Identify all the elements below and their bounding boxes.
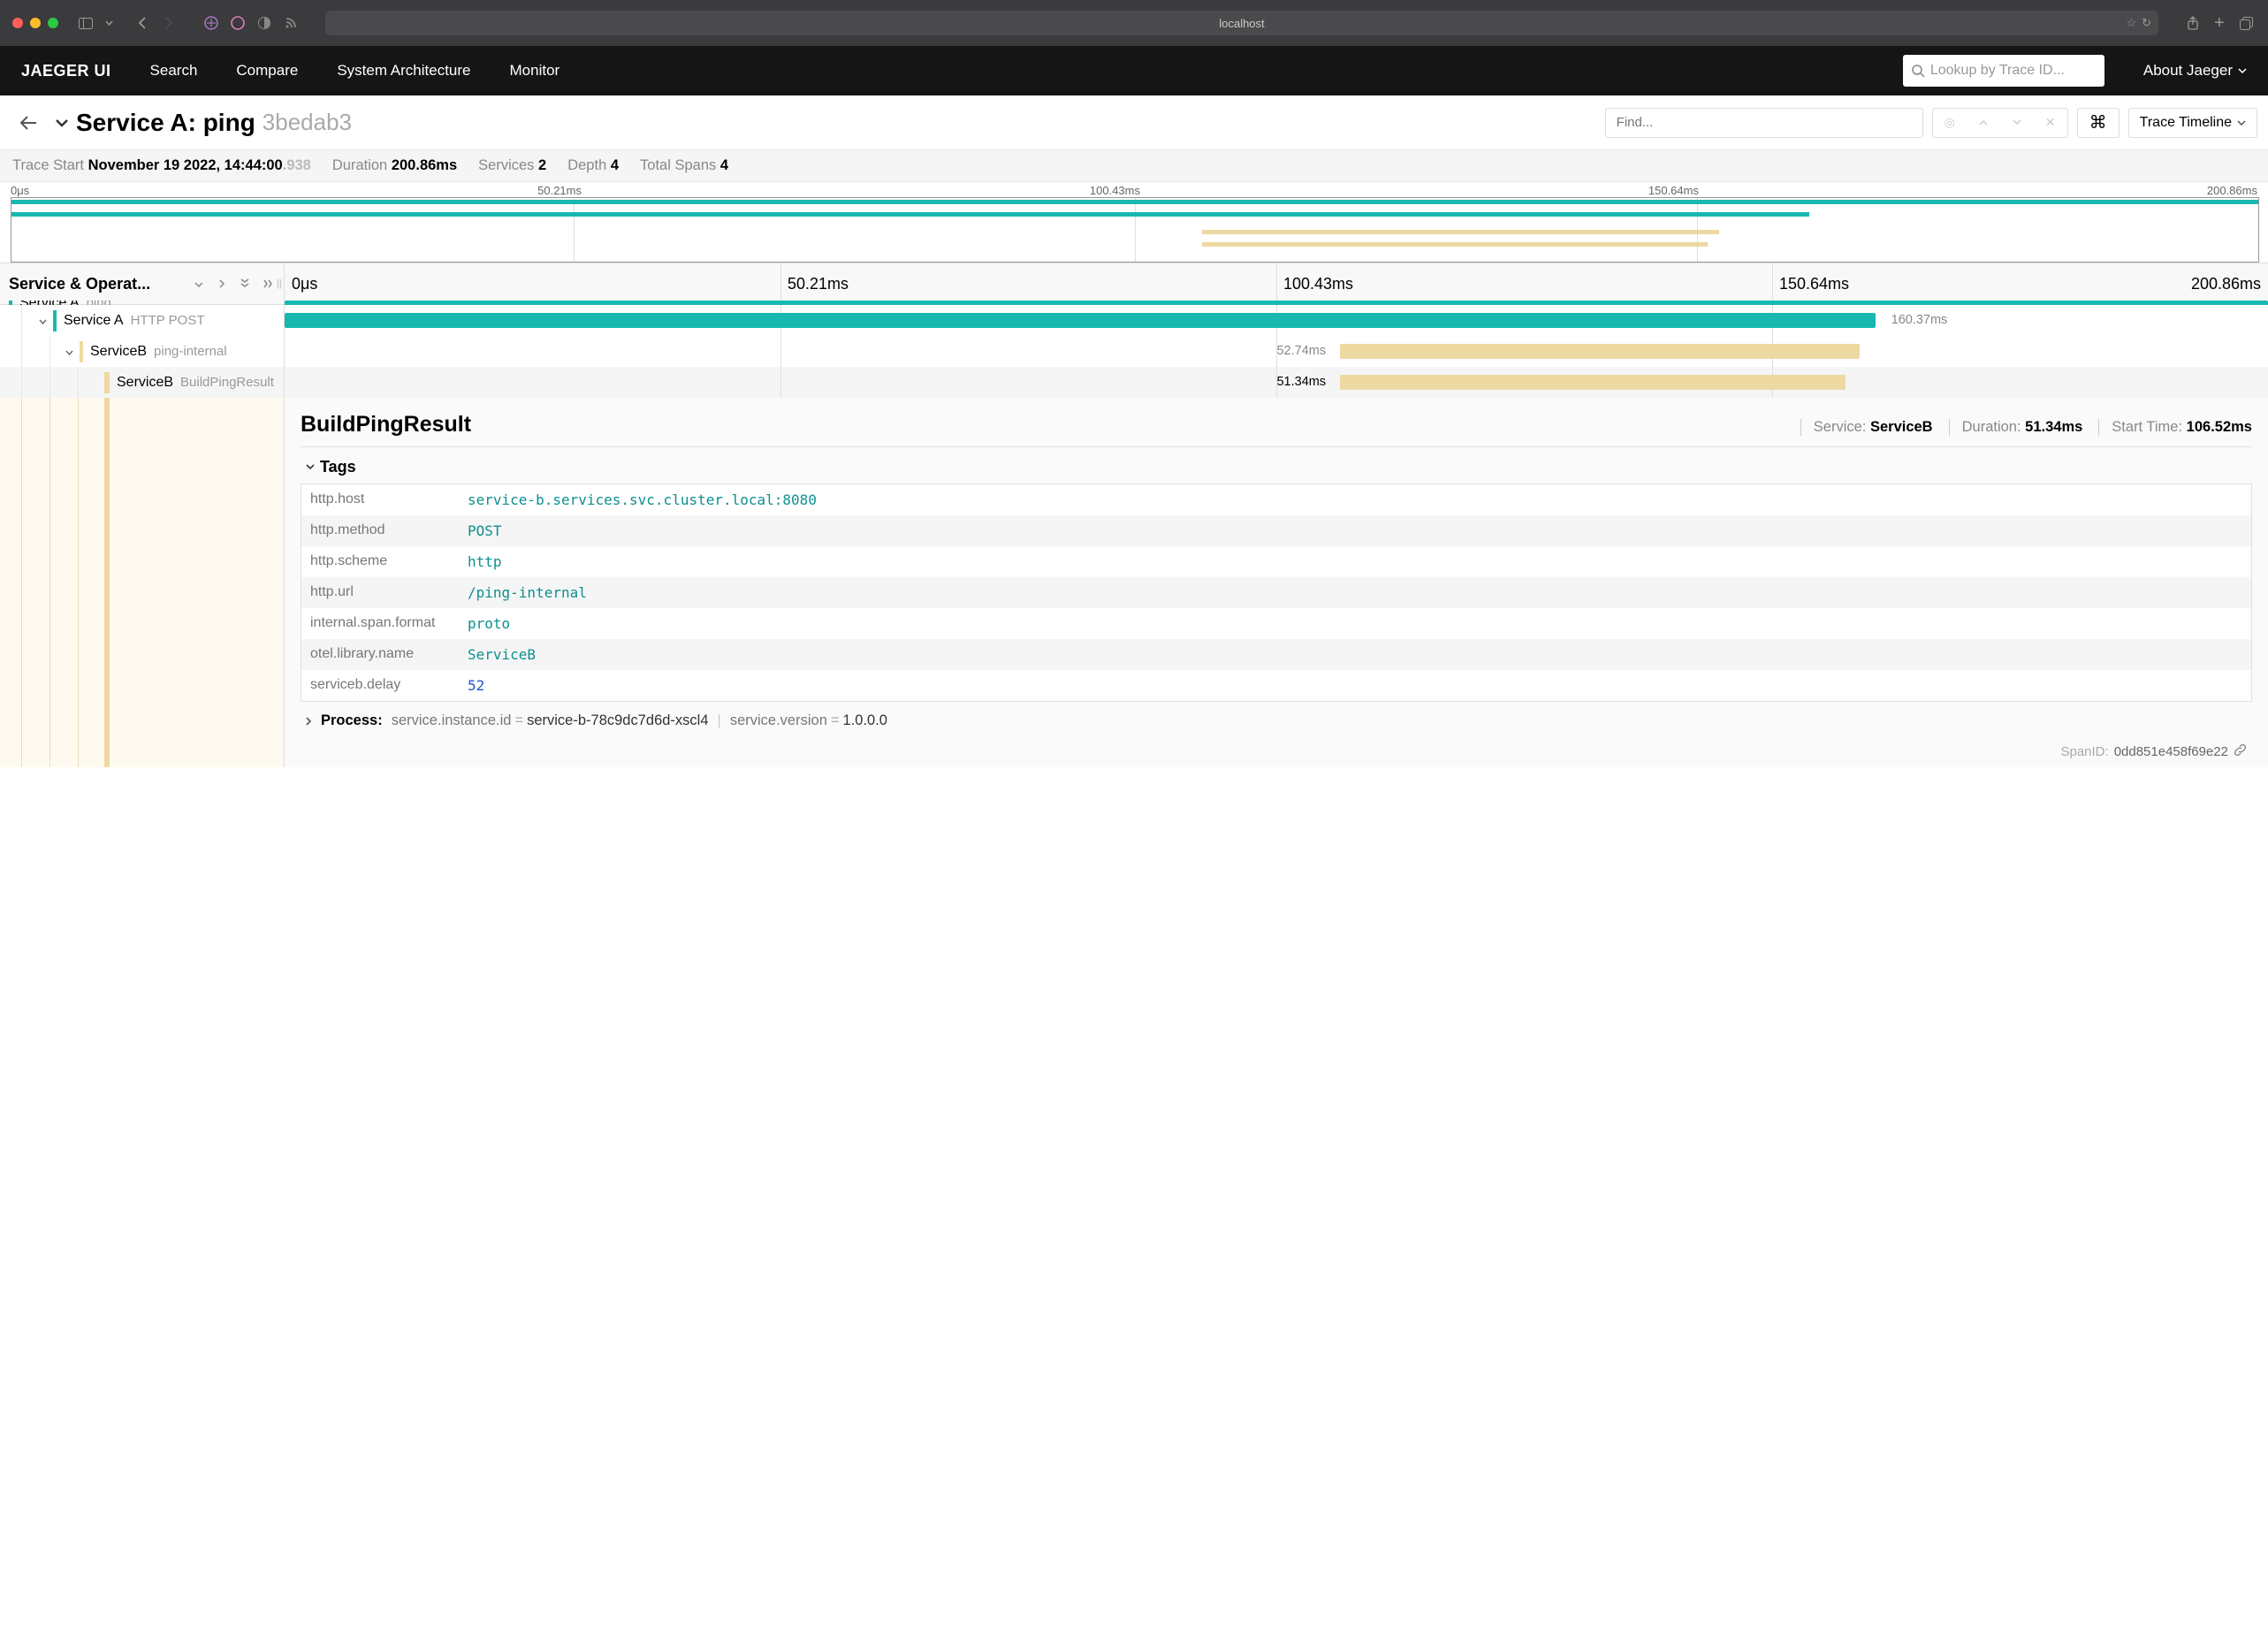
tabs-icon[interactable]	[2236, 13, 2256, 33]
url-text: localhost	[1219, 17, 1264, 30]
jaeger-nav: JAEGER UI Search Compare System Architec…	[0, 46, 2268, 95]
trace-id: 3bedab3	[263, 109, 352, 136]
toggle-icon[interactable]	[62, 346, 76, 358]
lookup-input[interactable]: Lookup by Trace ID...	[1903, 55, 2104, 87]
trace-title-group[interactable]: Service A: ping 3bedab3	[55, 109, 352, 137]
chevron-down-icon	[2238, 68, 2247, 73]
search-icon	[1912, 65, 1925, 78]
ext-icon-3[interactable]	[255, 13, 274, 33]
span-duration: 52.74ms	[1276, 344, 1326, 358]
trace-title: Service A: ping	[76, 109, 255, 137]
span-bar	[1340, 344, 1860, 359]
tag-row[interactable]: internal.span.formatproto	[301, 608, 2251, 639]
minimap-span	[11, 212, 1809, 217]
toggle-icon[interactable]	[35, 315, 49, 327]
nav-compare[interactable]: Compare	[236, 62, 298, 80]
column-resize-handle[interactable]: ||	[277, 278, 282, 289]
span-duration: 51.34ms	[1276, 375, 1326, 389]
find-next-icon[interactable]	[2000, 109, 2034, 137]
nav-architecture[interactable]: System Architecture	[337, 62, 470, 80]
ext-icon-1[interactable]	[202, 13, 221, 33]
column-header: Service & Operat... || 0μs 50.21ms 100.4…	[0, 263, 2268, 305]
detail-header: BuildPingResult Service: ServiceB Durati…	[301, 412, 2252, 447]
span-row-selected[interactable]: ServiceB BuildPingResult 51.34ms	[0, 367, 2268, 398]
back-button[interactable]	[11, 105, 46, 141]
nav-about[interactable]: About Jaeger	[2143, 62, 2247, 80]
copy-link-icon[interactable]	[2234, 743, 2247, 760]
tag-row[interactable]: serviceb.delay52	[301, 670, 2251, 701]
find-clear-icon[interactable]: ✕	[2034, 109, 2067, 137]
shortcuts-button[interactable]: ⌘	[2077, 108, 2120, 138]
nav-monitor[interactable]: Monitor	[510, 62, 560, 80]
back-icon[interactable]	[133, 13, 152, 33]
jaeger-logo[interactable]: JAEGER UI	[21, 62, 111, 80]
find-target-icon[interactable]: ◎	[1933, 109, 1967, 137]
maximize-window[interactable]	[48, 18, 58, 28]
collapse-all-icon[interactable]	[238, 277, 252, 291]
tag-row[interactable]: http.methodPOST	[301, 515, 2251, 546]
reload-icon[interactable]: ↻	[2142, 16, 2151, 30]
tags-table: http.hostservice-b.services.svc.cluster.…	[301, 483, 2252, 702]
detail-gutter	[0, 398, 285, 767]
trace-header: Service A: ping 3bedab3 ◎ ✕ ⌘ Trace Time…	[0, 95, 2268, 150]
window-controls	[12, 18, 58, 28]
tag-row[interactable]: http.schemehttp	[301, 546, 2251, 577]
minimap-span	[1202, 230, 1719, 234]
detail-op-name: BuildPingResult	[301, 412, 1785, 438]
close-window[interactable]	[12, 18, 23, 28]
span-id-footer: SpanID: 0dd851e458f69e22	[301, 740, 2252, 767]
span-detail-panel: BuildPingResult Service: ServiceB Durati…	[0, 398, 2268, 767]
minimize-window[interactable]	[30, 18, 41, 28]
sidebar-toggle-icon[interactable]	[76, 13, 95, 33]
share-icon[interactable]	[2183, 13, 2203, 33]
tag-row[interactable]: http.hostservice-b.services.svc.cluster.…	[301, 484, 2251, 515]
chevron-down-icon	[306, 464, 315, 470]
tag-row[interactable]: http.url/ping-internal	[301, 577, 2251, 608]
tag-row[interactable]: otel.library.nameServiceB	[301, 639, 2251, 670]
ext-icon-2[interactable]	[228, 13, 247, 33]
service-op-header: Service & Operat...	[9, 275, 183, 293]
forward-icon[interactable]	[159, 13, 179, 33]
chevron-down-icon[interactable]	[99, 13, 118, 33]
view-mode-select[interactable]: Trace Timeline	[2128, 108, 2257, 138]
span-bar	[285, 313, 1876, 328]
span-duration: 160.37ms	[1891, 313, 1948, 327]
nav-search[interactable]: Search	[150, 62, 198, 80]
timeline-header: 0μs 50.21ms 100.43ms 150.64ms 200.86ms	[285, 263, 2268, 304]
tags-section-header[interactable]: Tags	[301, 447, 2252, 483]
collapse-one-icon[interactable]	[192, 277, 206, 291]
rss-icon[interactable]	[281, 13, 301, 33]
lookup-placeholder: Lookup by Trace ID...	[1930, 63, 2065, 79]
expand-one-icon[interactable]	[215, 277, 229, 291]
minimap-span	[1202, 242, 1708, 247]
browser-toolbar: localhost ☆ ↻ +	[0, 0, 2268, 46]
chevron-right-icon	[306, 717, 312, 726]
find-prev-icon[interactable]	[1967, 109, 2000, 137]
new-tab-icon[interactable]: +	[2210, 13, 2229, 33]
expand-all-icon[interactable]	[261, 277, 275, 291]
translate-icon[interactable]: ☆	[2126, 16, 2136, 30]
process-section[interactable]: Process: service.instance.id=service-b-7…	[301, 702, 2252, 740]
minimap[interactable]	[11, 197, 2259, 263]
span-row[interactable]: Service A HTTP POST 160.37ms	[0, 305, 2268, 336]
minimap-span	[11, 200, 2258, 204]
chevron-down-icon	[2237, 120, 2246, 126]
find-controls: ◎ ✕	[1932, 108, 2068, 138]
minimap-ticks: 0μs 50.21ms 100.43ms 150.64ms 200.86ms	[0, 182, 2268, 197]
span-row[interactable]: ServiceB ping-internal 52.74ms	[0, 336, 2268, 367]
span-tree: Service A ping Service A HTTP POST 160.3…	[0, 301, 2268, 398]
span-bar	[1340, 375, 1846, 390]
chevron-down-icon	[55, 118, 69, 127]
url-bar[interactable]: localhost ☆ ↻	[325, 11, 2158, 35]
find-input[interactable]	[1605, 108, 1923, 138]
trace-stats: Trace Start November 19 2022, 14:44:00.9…	[0, 150, 2268, 182]
